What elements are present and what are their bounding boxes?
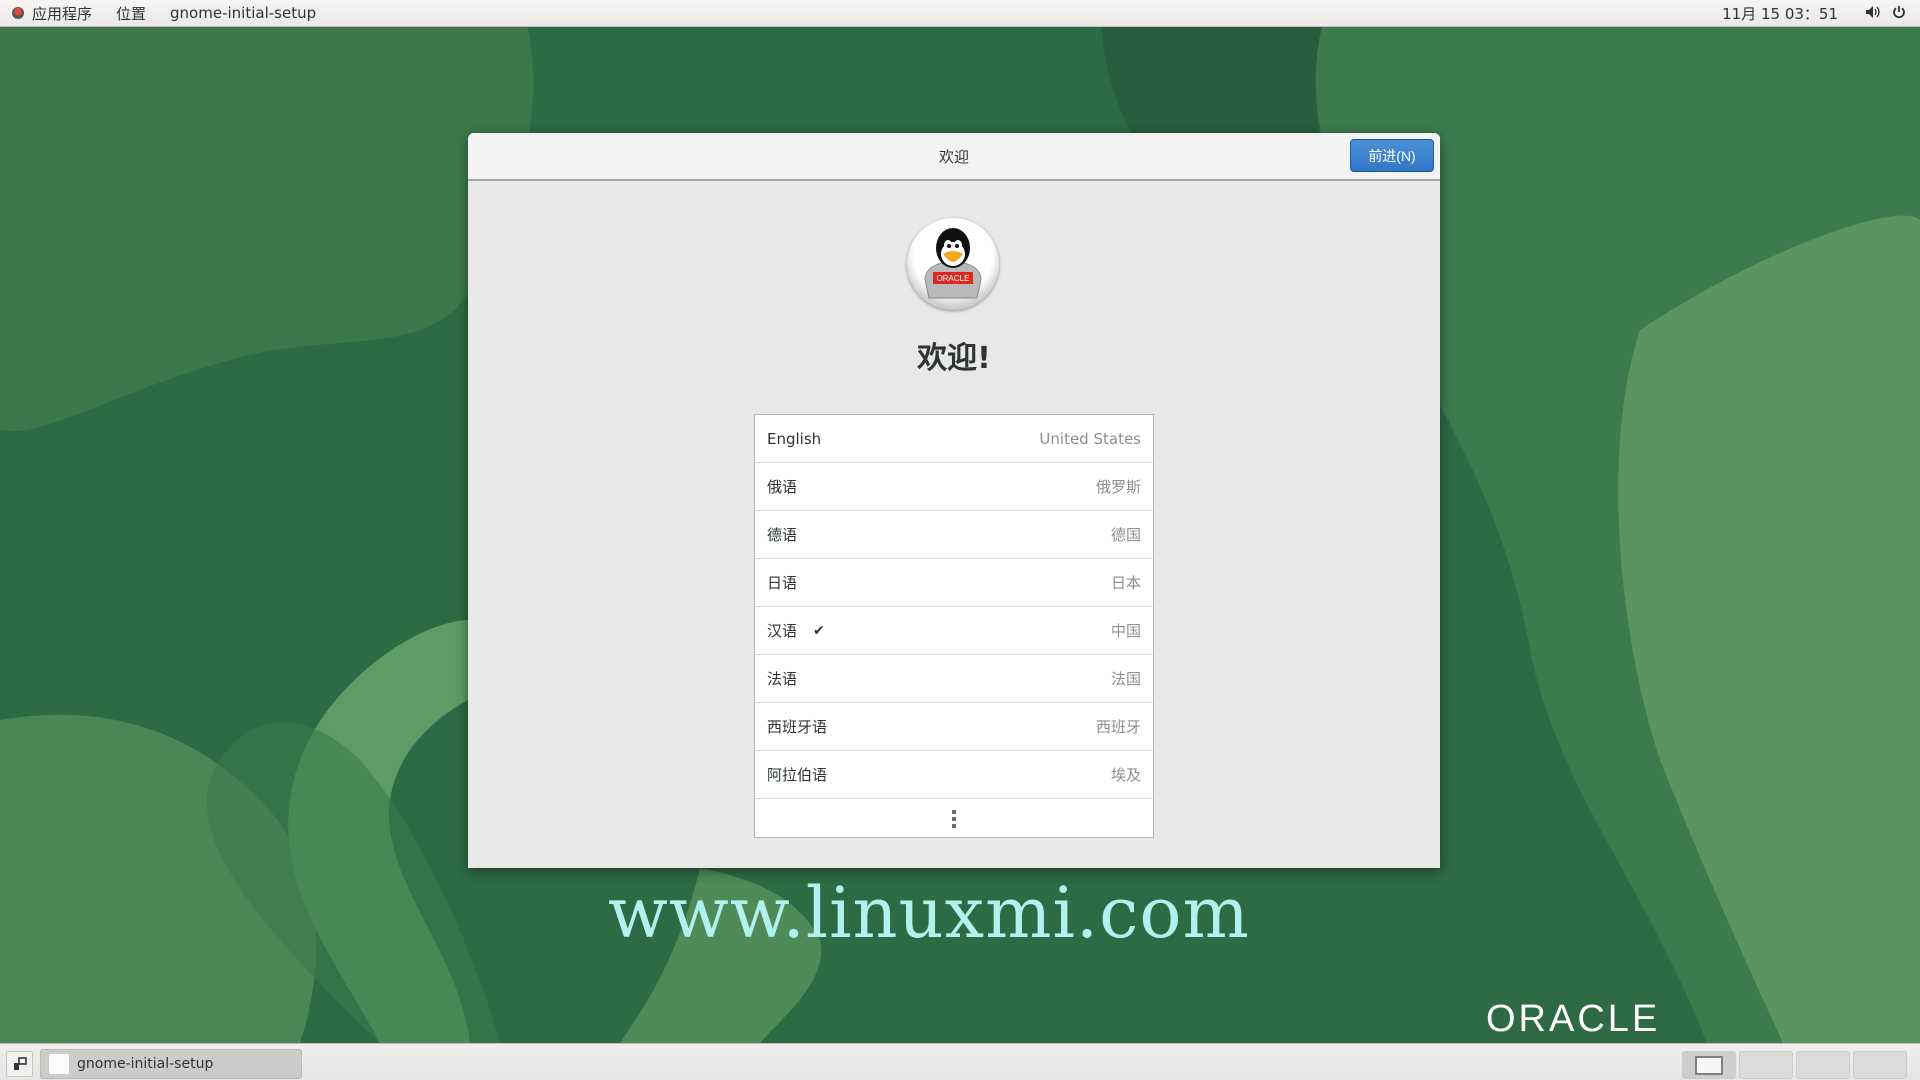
places-label: 位置 (116, 4, 147, 23)
language-row-chinese[interactable]: 汉语 ✔ 中国 (755, 607, 1153, 655)
language-row-arabic[interactable]: 阿拉伯语 埃及 (755, 751, 1153, 799)
oracle-brand-logo: ORACLE (1486, 998, 1661, 1040)
language-region: 俄罗斯 (1095, 478, 1141, 496)
language-name: 汉语 (767, 622, 798, 640)
bottom-panel: gnome-initial-setup (0, 1043, 1920, 1080)
next-button[interactable]: 前进(N) (1350, 139, 1434, 172)
app-icon (49, 1054, 69, 1074)
active-app-label: gnome-initial-setup (170, 4, 317, 22)
applications-icon (12, 7, 24, 19)
show-desktop-button[interactable] (6, 1051, 33, 1077)
workspace-1[interactable] (1682, 1051, 1736, 1079)
workspace-2[interactable] (1739, 1051, 1793, 1079)
language-region: 法国 (1110, 670, 1141, 688)
language-row-german[interactable]: 德语 德国 (755, 511, 1153, 559)
dialog-title: 欢迎 (938, 147, 969, 166)
clock[interactable]: 11月 15 03：51 (1722, 3, 1860, 24)
show-desktop-icon (13, 1057, 27, 1070)
language-region: 中国 (1110, 622, 1141, 640)
language-name: 日语 (767, 574, 798, 592)
language-name: 德语 (767, 526, 798, 544)
language-list: English United States 俄语 俄罗斯 德语 德国 日语 日本… (754, 414, 1154, 838)
checkmark-icon: ✔ (813, 622, 825, 639)
more-vertical-icon (952, 810, 956, 828)
welcome-heading: 欢迎! (917, 341, 991, 376)
oracle-linux-logo: ORACLE (907, 218, 999, 310)
places-menu[interactable]: 位置 (104, 0, 158, 27)
language-name: 阿拉伯语 (767, 766, 828, 784)
language-region: 德国 (1110, 526, 1141, 544)
language-row-russian[interactable]: 俄语 俄罗斯 (755, 463, 1153, 511)
dialog-header: 欢迎 前进(N) (468, 133, 1440, 181)
language-region: 西班牙 (1095, 718, 1141, 736)
language-name: 西班牙语 (767, 718, 828, 736)
language-row-english[interactable]: English United States (755, 415, 1153, 463)
volume-icon[interactable] (1860, 5, 1886, 23)
power-icon[interactable] (1886, 5, 1912, 23)
language-region: United States (1039, 429, 1141, 448)
watermark-text: www.linuxmi.com (608, 872, 1250, 954)
initial-setup-dialog: 欢迎 前进(N) ORACLE 欢迎! English United State… (468, 133, 1440, 868)
language-row-japanese[interactable]: 日语 日本 (755, 559, 1153, 607)
workspace-switcher (1682, 1051, 1907, 1079)
applications-label: 应用程序 (32, 4, 93, 23)
taskbar-item-label: gnome-initial-setup (77, 1056, 214, 1072)
language-name: 法语 (767, 670, 798, 688)
window-thumbnail (1695, 1055, 1723, 1075)
penguin-icon: ORACLE (924, 228, 982, 299)
workspace-4[interactable] (1853, 1051, 1907, 1079)
workspace-3[interactable] (1796, 1051, 1850, 1079)
language-region: 日本 (1110, 574, 1141, 592)
language-name: 俄语 (767, 478, 798, 496)
language-row-french[interactable]: 法语 法国 (755, 655, 1153, 703)
svg-text:ORACLE: ORACLE (937, 274, 970, 283)
language-row-spanish[interactable]: 西班牙语 西班牙 (755, 703, 1153, 751)
taskbar-item[interactable]: gnome-initial-setup (40, 1049, 302, 1079)
applications-menu[interactable]: 应用程序 (0, 0, 104, 27)
active-app-menu[interactable]: gnome-initial-setup (158, 0, 328, 27)
top-bar: 应用程序 位置 gnome-initial-setup 11月 15 03：51 (0, 0, 1920, 27)
language-region: 埃及 (1110, 766, 1141, 784)
language-name: English (767, 429, 822, 448)
more-languages-button[interactable] (755, 799, 1153, 839)
